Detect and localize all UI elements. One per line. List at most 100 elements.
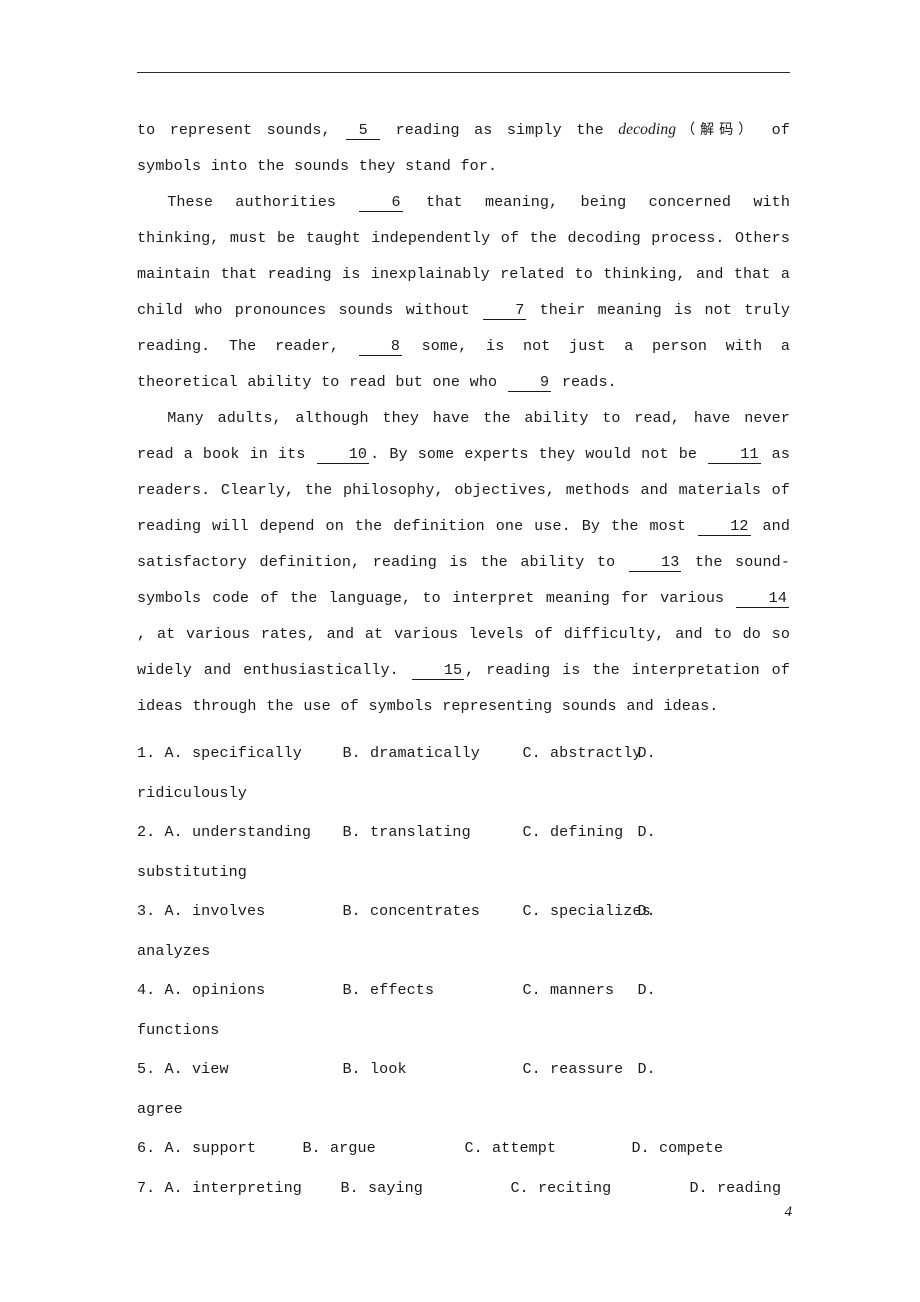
option-c[interactable]: C. abstractly	[522, 734, 642, 774]
question-number: 5.	[137, 1060, 156, 1078]
option-a-label: A.	[164, 1060, 183, 1078]
option-c[interactable]: C. defining	[523, 813, 638, 853]
option-d-text: reading	[717, 1178, 782, 1197]
question-number: 7.	[137, 1178, 156, 1197]
option-b-label: B.	[342, 902, 361, 920]
option-a-label: A.	[164, 744, 183, 762]
option-a-text: specifically	[192, 744, 302, 762]
option-c[interactable]: C. specializes	[522, 892, 651, 932]
option-a-text: interpreting	[192, 1178, 302, 1197]
document-page: to represent sounds, 5 reading as simply…	[0, 0, 920, 1302]
option-c-text: reciting	[538, 1178, 612, 1197]
option-d-label[interactable]: D.	[638, 1050, 656, 1090]
question-number: 3.	[137, 902, 156, 920]
answer-blank[interactable]: 7	[483, 302, 527, 320]
option-a[interactable]: A. view	[165, 1050, 343, 1090]
option-b-text: saying	[368, 1178, 423, 1197]
option-b[interactable]: B. concentrates	[343, 892, 523, 932]
question-row: 1. A. specifically B. dramatically C. abst…	[137, 734, 790, 774]
option-c-label: C.	[522, 823, 541, 841]
option-a[interactable]: A. opinions	[165, 971, 343, 1011]
option-b-label: B.	[342, 744, 361, 762]
paragraph: to represent sounds, 5 reading as simply…	[137, 121, 790, 175]
answer-blank[interactable]: 5	[346, 122, 381, 140]
option-d-text[interactable]: substituting	[137, 853, 790, 893]
option-a-label: A.	[164, 1139, 183, 1157]
option-c[interactable]: C. reassure	[523, 1050, 638, 1090]
paragraph-list: to represent sounds, 5 reading as simply…	[137, 112, 790, 724]
question-row: 7. A. interpreting B. saying C. reciting D.…	[137, 1169, 790, 1209]
option-b[interactable]: B. translating	[343, 813, 523, 853]
page-number: 4	[784, 1204, 793, 1220]
question-options-list: 1. A. specifically B. dramatically C. abst…	[137, 734, 790, 1208]
option-c-label: C.	[510, 1178, 529, 1197]
option-c-text: reassure	[550, 1060, 624, 1078]
option-c[interactable]: C. attempt	[465, 1129, 632, 1169]
option-b-label: B.	[342, 1060, 361, 1078]
option-b-label: B.	[302, 1139, 321, 1157]
option-b[interactable]: B. look	[343, 1050, 523, 1090]
option-b-text: argue	[330, 1139, 376, 1157]
option-c[interactable]: C. manners	[523, 971, 638, 1011]
option-a[interactable]: A. support	[165, 1129, 303, 1169]
option-d-text[interactable]: analyzes	[137, 932, 790, 972]
option-d-text[interactable]: functions	[137, 1011, 790, 1051]
option-a-label: A.	[164, 981, 183, 999]
answer-blank[interactable]: 15	[411, 662, 465, 680]
answer-blank[interactable]: 14	[736, 590, 789, 608]
option-a-text: involves	[192, 902, 266, 920]
chinese-gloss: （解码）	[676, 122, 758, 138]
option-a[interactable]: A. understanding	[165, 813, 343, 853]
option-c-text: specializes	[550, 902, 651, 920]
option-c-text: defining	[550, 823, 624, 841]
option-c-text: manners	[550, 981, 615, 999]
header-rule	[137, 72, 790, 73]
answer-blank[interactable]: 13	[628, 554, 682, 572]
option-d-label[interactable]: D.	[638, 892, 656, 932]
question-row: 2. A. understanding B. translating C. defi…	[137, 813, 790, 853]
option-b[interactable]: B. dramatically	[343, 734, 523, 774]
option-a[interactable]: A. specifically	[165, 734, 343, 774]
option-a-text: view	[192, 1060, 229, 1078]
answer-blank[interactable]: 8	[358, 338, 403, 356]
option-a[interactable]: A. involves	[165, 892, 343, 932]
paragraph: These authorities 6 that meaning, being …	[137, 193, 790, 392]
option-d-label: D.	[631, 1139, 650, 1157]
question-row: 4. A. opinions B. effects C. manners D.	[137, 971, 790, 1011]
option-b[interactable]: B. effects	[343, 971, 523, 1011]
option-d-text[interactable]: ridiculously	[137, 774, 790, 814]
option-b-text: look	[370, 1060, 407, 1078]
answer-blank[interactable]: 10	[316, 446, 370, 464]
option-b-text: effects	[370, 981, 435, 999]
answer-blank[interactable]: 11	[708, 446, 761, 464]
option-b-text: dramatically	[370, 744, 480, 762]
option-b-text: translating	[370, 823, 471, 841]
option-d[interactable]: D. compete	[632, 1129, 724, 1169]
option-d-label[interactable]: D.	[638, 813, 656, 853]
option-a-text: support	[192, 1139, 257, 1157]
option-c[interactable]: C. reciting	[511, 1169, 690, 1209]
option-c-label: C.	[522, 1060, 541, 1078]
option-c-label: C.	[522, 744, 541, 762]
option-d-label[interactable]: D.	[638, 734, 656, 774]
option-a[interactable]: A. interpreting	[165, 1169, 341, 1209]
option-a-text: opinions	[192, 981, 266, 999]
answer-blank[interactable]: 9	[507, 374, 552, 392]
option-d-text[interactable]: agree	[137, 1090, 790, 1130]
document-body: to represent sounds, 5 reading as simply…	[137, 112, 790, 1208]
question-number: 4.	[137, 981, 156, 999]
question-row: 5. A. view B. look C. reassure D.	[137, 1050, 790, 1090]
option-b-text: concentrates	[370, 902, 480, 920]
option-b[interactable]: B. saying	[341, 1169, 511, 1209]
option-c-label: C.	[522, 902, 541, 920]
option-c-label: C.	[464, 1139, 483, 1157]
answer-blank[interactable]: 12	[698, 518, 751, 536]
option-c-label: C.	[522, 981, 541, 999]
option-d[interactable]: D. reading	[690, 1169, 782, 1209]
option-a-text: understanding	[192, 823, 312, 841]
option-d-label[interactable]: D.	[638, 971, 656, 1011]
option-b[interactable]: B. argue	[303, 1129, 465, 1169]
question-number: 2.	[137, 823, 156, 841]
paragraph: Many adults, although they have the abil…	[137, 409, 790, 715]
answer-blank[interactable]: 6	[359, 194, 403, 212]
